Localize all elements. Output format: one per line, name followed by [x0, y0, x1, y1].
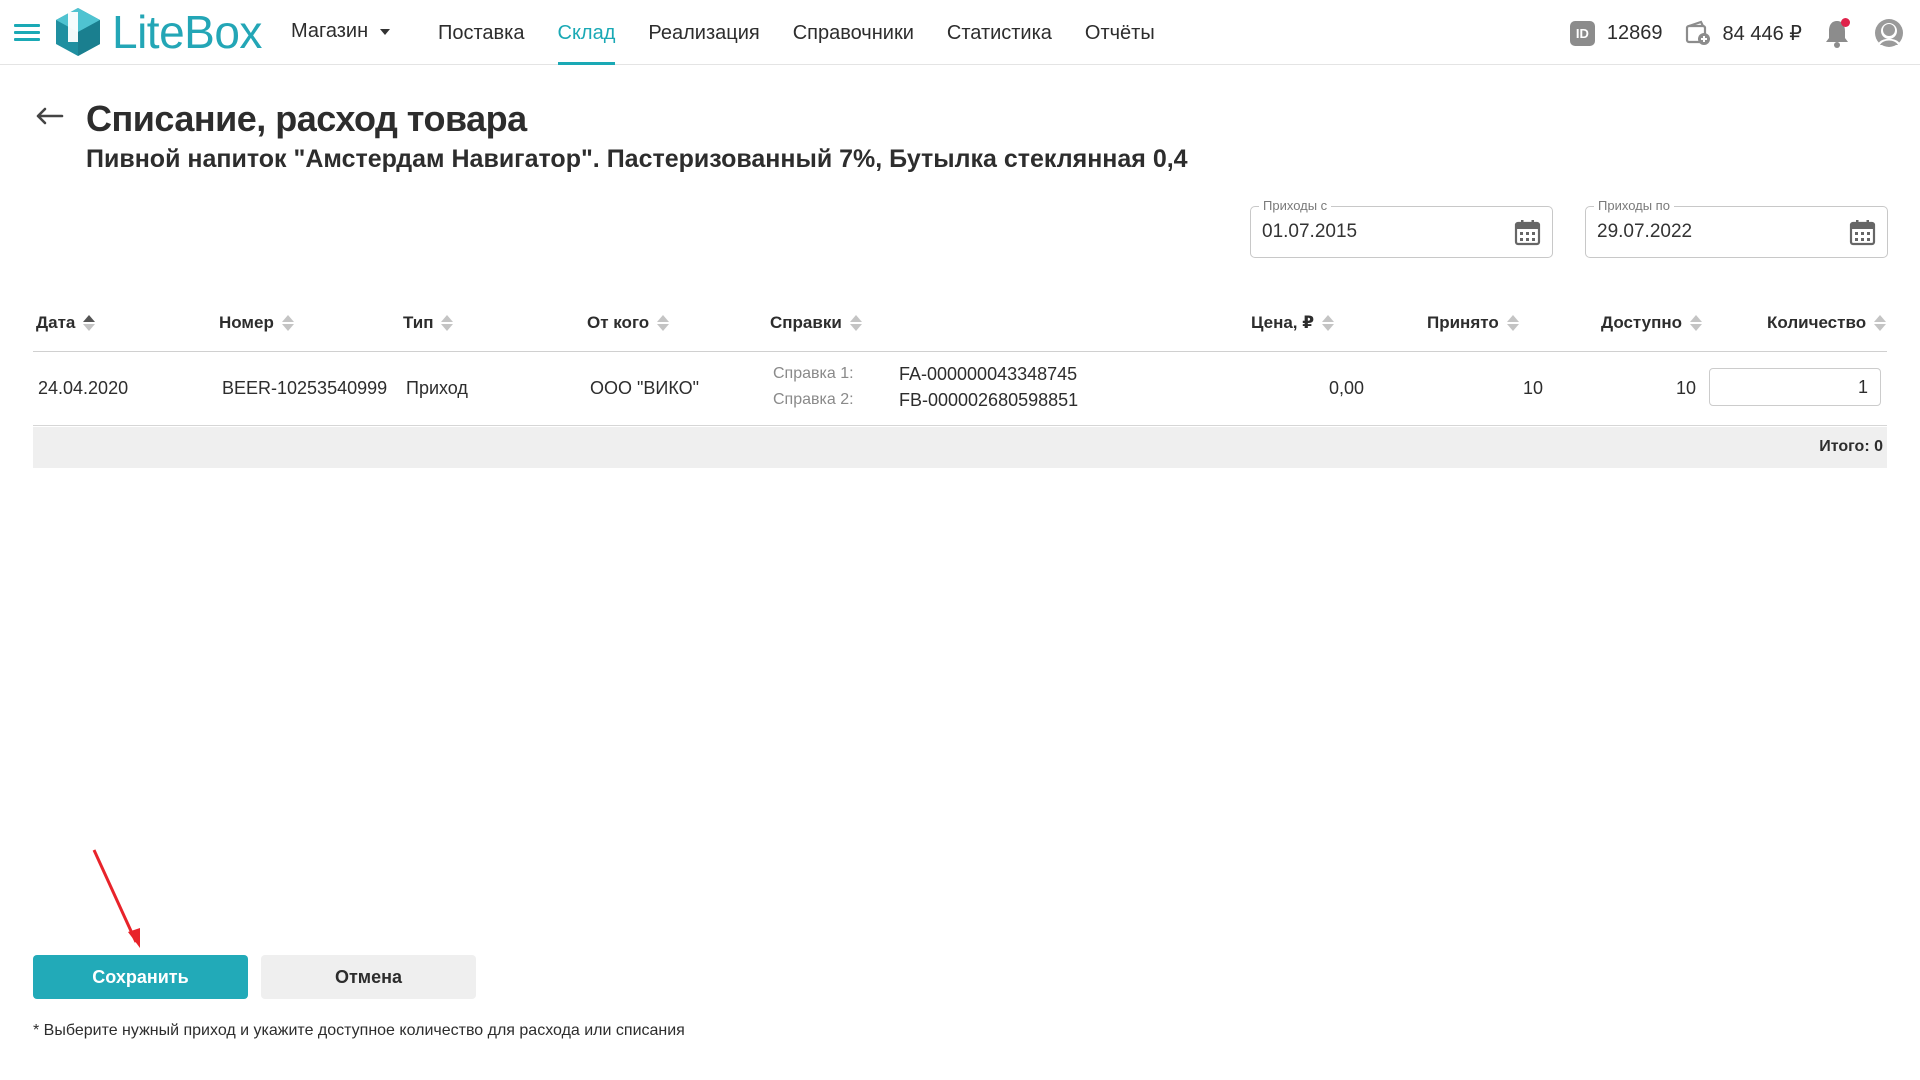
sort-icon [83, 314, 96, 332]
menu-icon[interactable] [14, 24, 40, 42]
save-button[interactable]: Сохранить [33, 955, 248, 999]
nav-item-warehouse[interactable]: Склад [557, 0, 615, 65]
col-header-from-label: От кого [587, 313, 650, 332]
top-bar: LiteBox Магазин Поставка Склад Реализаци… [0, 0, 1920, 65]
cancel-button[interactable]: Отмена [261, 955, 476, 999]
col-header-number-label: Номер [219, 313, 274, 332]
cell-ref1-label: Справка 1: [773, 365, 854, 382]
cell-number: BEER-10253540999 [222, 378, 388, 398]
notification-badge [1841, 18, 1850, 27]
sort-icon [1874, 314, 1887, 332]
col-header-available[interactable]: Доступно [1601, 313, 1703, 333]
page-title: Списание, расход товара [86, 98, 527, 139]
page-subtitle: Пивной напиток "Амстердам Навигатор". Па… [86, 145, 1188, 173]
nav-item-reports[interactable]: Отчёты [1085, 0, 1155, 65]
col-header-type[interactable]: Тип [403, 313, 454, 333]
col-header-type-label: Тип [403, 313, 434, 332]
date-to-input[interactable] [1597, 221, 1837, 243]
col-header-refs-label: Справки [770, 313, 842, 332]
cell-date: 24.04.2020 [38, 378, 129, 398]
cell-ref2-label: Справка 2: [773, 391, 854, 408]
nav-item-statistics[interactable]: Статистика [947, 0, 1052, 65]
logo[interactable]: LiteBox [54, 6, 262, 58]
col-header-received-label: Принято [1427, 313, 1499, 332]
user-icon[interactable] [1874, 18, 1904, 48]
col-header-price[interactable]: Цена, ₽ [1251, 313, 1335, 333]
id-icon: ID [1569, 20, 1595, 46]
sort-icon [849, 314, 862, 332]
notifications[interactable] [1824, 18, 1850, 48]
date-to-label: Приходы по [1594, 198, 1674, 214]
calendar-icon[interactable] [1514, 219, 1541, 246]
sort-icon [1322, 314, 1335, 332]
col-header-number[interactable]: Номер [219, 313, 294, 333]
col-header-available-label: Доступно [1601, 313, 1683, 332]
balance: 84 446 ₽ [1722, 22, 1802, 45]
date-from-field[interactable]: Приходы с [1250, 198, 1553, 258]
quantity-input[interactable] [1709, 368, 1881, 406]
col-header-refs[interactable]: Справки [770, 313, 862, 333]
total-bar: Итого: 0 [33, 427, 1887, 468]
table-header: Дата Номер Тип От кого Справки Цена, ₽ П… [33, 300, 1887, 352]
main-nav: Поставка Склад Реализация Справочники Ст… [438, 0, 1188, 65]
cell-ref2-value: FB-000002680598851 [899, 390, 1079, 410]
account-id: 12869 [1606, 21, 1663, 44]
col-header-date[interactable]: Дата [36, 313, 96, 333]
nav-item-directories[interactable]: Справочники [793, 0, 914, 65]
caret-down-icon [380, 28, 391, 35]
wallet-icon[interactable] [1685, 20, 1711, 46]
total-text: Итого: 0 [1819, 438, 1883, 455]
cell-type: Приход [406, 378, 468, 398]
cell-available: 10 [1675, 378, 1696, 398]
sort-icon [657, 314, 670, 332]
date-from-label: Приходы с [1259, 198, 1332, 214]
date-from-input[interactable] [1262, 221, 1502, 243]
litebox-logo-icon [56, 8, 100, 56]
nav-item-sales[interactable]: Реализация [648, 0, 759, 65]
col-header-received[interactable]: Принято [1427, 313, 1519, 333]
cell-price: 0,00 [1328, 378, 1364, 398]
store-selector[interactable]: Магазин [291, 20, 391, 43]
annotation-arrow-icon [92, 849, 140, 948]
cell-from: ООО "ВИКО" [590, 378, 700, 398]
store-label: Магазин [291, 20, 369, 42]
back-arrow-icon[interactable] [34, 103, 64, 129]
col-header-date-label: Дата [36, 313, 76, 332]
col-header-quantity[interactable]: Количество [1767, 313, 1887, 333]
table-row[interactable]: 24.04.2020 BEER-10253540999 Приход ООО "… [33, 353, 1887, 426]
date-to-field[interactable]: Приходы по [1585, 198, 1888, 258]
sort-icon [1690, 314, 1703, 332]
col-header-price-label: Цена, ₽ [1251, 313, 1315, 332]
sort-icon [1506, 314, 1519, 332]
col-header-quantity-label: Количество [1767, 313, 1867, 332]
col-header-from[interactable]: От кого [587, 313, 670, 333]
calendar-icon[interactable] [1849, 219, 1876, 246]
cell-received: 10 [1522, 378, 1543, 398]
footnote: * Выберите нужный приход и укажите досту… [33, 1022, 685, 1039]
sort-icon [281, 314, 294, 332]
sort-icon [441, 314, 454, 332]
logo-text: LiteBox [112, 6, 262, 58]
nav-item-supply[interactable]: Поставка [438, 0, 525, 65]
top-right-panel: ID 12869 84 446 ₽ [1569, 14, 1904, 52]
cell-ref1-value: FA-000000043348745 [899, 364, 1078, 384]
